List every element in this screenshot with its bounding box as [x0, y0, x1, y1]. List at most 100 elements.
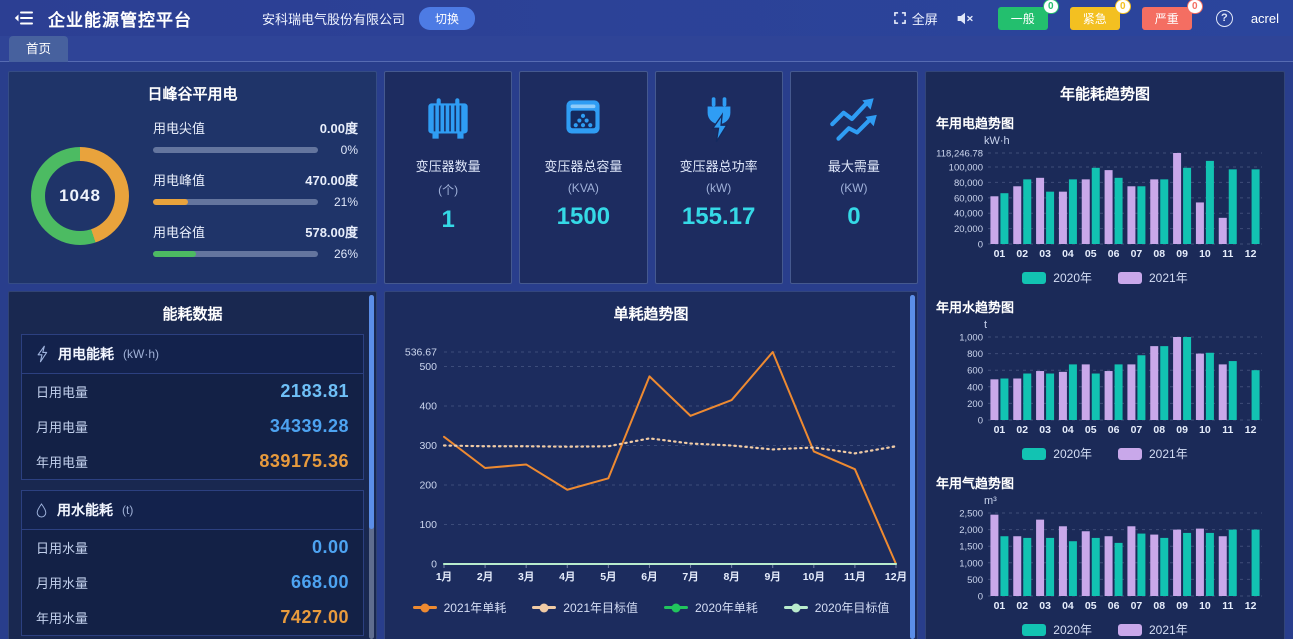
scrollbar-thumb[interactable]	[910, 295, 915, 639]
stat-unit: (个)	[438, 181, 458, 198]
peak-row: 用电谷值578.00度 26%	[153, 222, 358, 261]
legend-item[interactable]: 2021年单耗	[413, 599, 507, 616]
energy-row-label: 日用水量	[36, 538, 88, 557]
svg-text:60,000: 60,000	[954, 193, 983, 204]
power-plug-icon	[690, 96, 748, 144]
username[interactable]: acrel	[1251, 11, 1279, 26]
legend-label: 2020年目标值	[815, 599, 890, 616]
switch-company-button[interactable]: 切换	[419, 7, 475, 30]
trend-panel-scrollbar[interactable]	[910, 295, 915, 639]
energy-row-label: 月用水量	[36, 573, 88, 592]
svg-text:3月: 3月	[518, 571, 534, 583]
annual-gas-chart: 2,5002,0001,5001,00050000102030405060708…	[926, 508, 1270, 614]
annual-gas-subchart: 年用气趋势图 m³ 2,5002,0001,5001,0005000010203…	[926, 466, 1284, 638]
svg-text:2,500: 2,500	[959, 509, 983, 520]
legend-item[interactable]: 2021年	[1118, 269, 1188, 286]
water-drop-icon	[35, 502, 48, 519]
panel-title: 能耗数据	[9, 292, 376, 324]
svg-text:300: 300	[419, 440, 437, 452]
alarm-label: 紧急	[1083, 12, 1107, 26]
svg-text:80,000: 80,000	[954, 178, 983, 189]
svg-text:8月: 8月	[723, 571, 739, 583]
alarm-label: 一般	[1011, 12, 1035, 26]
legend-item[interactable]: 2020年	[1022, 269, 1092, 286]
subchart-unit: kW·h	[984, 135, 1284, 147]
svg-text:01: 01	[994, 424, 1006, 436]
svg-text:01: 01	[994, 248, 1006, 260]
energy-row: 日用水量 0.00	[22, 530, 363, 565]
alarm-button-severe[interactable]: 严重 0	[1142, 7, 1192, 30]
svg-text:118,246.78: 118,246.78	[936, 149, 983, 160]
max-demand-icon	[825, 96, 883, 144]
stat-unit: (kW)	[706, 181, 731, 195]
stat-cards: 变压器数量 (个) 1 变压器总容量 (KVA) 1500	[384, 71, 918, 284]
svg-text:12月: 12月	[885, 571, 907, 583]
progress-fill	[153, 199, 188, 205]
svg-text:05: 05	[1085, 600, 1097, 612]
fullscreen-button[interactable]: 全屏	[893, 9, 938, 28]
stat-card-transformer-capacity: 变压器总容量 (KVA) 1500	[519, 71, 647, 284]
energy-row-label: 年用水量	[36, 608, 88, 627]
fullscreen-label: 全屏	[912, 9, 938, 28]
peak-row-label: 用电尖值	[153, 118, 205, 137]
energy-data-panel: 能耗数据 用电能耗 (kW·h) 日用电量2183.81 月用电量34339.2…	[8, 291, 377, 639]
alarm-button-general[interactable]: 一般 0	[998, 7, 1048, 30]
right-column: 年能耗趋势图 年用电趋势图 kW·h 118,246.78 100,000 80,0…	[925, 71, 1285, 639]
svg-text:07: 07	[1131, 248, 1143, 260]
section-name: 用水能耗	[57, 500, 113, 520]
collapse-menu-icon[interactable]	[14, 9, 34, 27]
legend-item[interactable]: 2021年目标值	[532, 599, 638, 616]
legend-item[interactable]: 2020年单耗	[664, 599, 758, 616]
stat-label: 最大需量	[828, 156, 880, 175]
legend-item[interactable]: 2020年目标值	[784, 599, 890, 616]
energy-panel-scrollbar[interactable]	[369, 295, 374, 639]
svg-text:06: 06	[1108, 600, 1120, 612]
progress-track	[153, 251, 318, 257]
capacity-icon	[554, 96, 612, 144]
tab-home[interactable]: 首页	[9, 36, 68, 62]
svg-text:10: 10	[1199, 248, 1211, 260]
legend-item[interactable]: 2021年	[1118, 621, 1188, 638]
alarm-badge-severe: 0	[1187, 0, 1203, 14]
svg-text:02: 02	[1016, 248, 1028, 260]
svg-text:05: 05	[1085, 424, 1097, 436]
mute-icon[interactable]	[956, 11, 974, 26]
alarm-button-urgent[interactable]: 紧急 0	[1070, 7, 1120, 30]
legend-item[interactable]: 2020年	[1022, 621, 1092, 638]
legend-label: 2021年	[1149, 621, 1188, 638]
progress-track	[153, 199, 318, 205]
energy-row: 日用电量2183.81	[22, 374, 363, 409]
transformer-icon	[419, 96, 477, 144]
legend-item[interactable]: 2021年	[1118, 445, 1188, 462]
svg-text:9月: 9月	[765, 571, 781, 583]
peak-donut-ring: 1048	[31, 147, 129, 245]
panel-title: 单耗趋势图	[385, 292, 917, 324]
svg-text:0: 0	[978, 592, 983, 603]
svg-text:100,000: 100,000	[949, 163, 983, 174]
subchart-title: 年用电趋势图	[926, 106, 1284, 135]
stat-card-max-demand: 最大需量 (KW) 0	[790, 71, 918, 284]
help-icon[interactable]: ?	[1216, 10, 1233, 27]
svg-text:10: 10	[1199, 424, 1211, 436]
svg-text:11: 11	[1222, 600, 1233, 612]
svg-text:02: 02	[1016, 600, 1028, 612]
svg-text:03: 03	[1039, 248, 1051, 260]
svg-text:03: 03	[1039, 424, 1051, 436]
svg-text:09: 09	[1176, 600, 1188, 612]
energy-row-label: 日用电量	[36, 382, 88, 401]
peak-row-percent: 26%	[326, 247, 358, 261]
lightning-icon	[35, 345, 49, 363]
svg-text:08: 08	[1153, 600, 1165, 612]
stat-card-transformer-count: 变压器数量 (个) 1	[384, 71, 512, 284]
svg-text:5月: 5月	[600, 571, 616, 583]
energy-row: 年用电量839175.36	[22, 444, 363, 479]
peak-row: 用电尖值0.00度 0%	[153, 118, 358, 157]
panel-title: 年能耗趋势图	[926, 72, 1284, 104]
stat-value: 155.17	[682, 203, 755, 231]
svg-text:536.67: 536.67	[405, 347, 437, 359]
legend-item[interactable]: 2020年	[1022, 445, 1092, 462]
energy-row-value: 0.00	[312, 537, 349, 558]
energy-row: 月用水量668.00	[22, 565, 363, 600]
scrollbar-thumb[interactable]	[369, 295, 374, 529]
legend-label: 2021年	[1149, 269, 1188, 286]
